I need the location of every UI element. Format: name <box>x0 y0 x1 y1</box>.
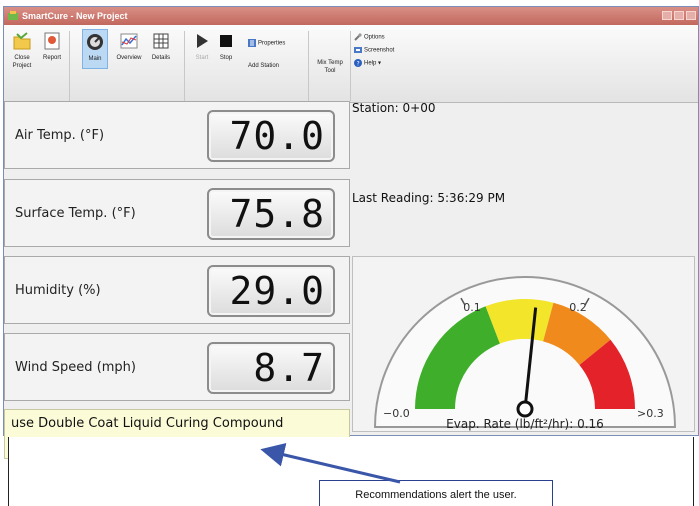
stop-icon <box>220 35 232 47</box>
ribbon-separator <box>184 31 185 101</box>
options-button[interactable]: Options <box>354 33 385 41</box>
screenshot-icon <box>354 47 362 53</box>
help-button[interactable]: ? Help ▾ <box>354 59 381 67</box>
wind-speed-value: 8.7 <box>253 346 325 390</box>
gauge-min-label: −0.0 <box>383 407 410 420</box>
folder-icon <box>13 32 31 50</box>
details-label: Details <box>151 55 171 61</box>
air-temp-display: 70.0 <box>207 110 335 162</box>
window-title: SmartCure - New Project <box>22 11 128 21</box>
gauge-icon <box>87 34 103 50</box>
minimize-button[interactable] <box>662 11 672 20</box>
surface-temp-label: Surface Temp. (°F) <box>15 206 136 221</box>
title-bar: SmartCure - New Project <box>4 7 698 25</box>
mix-temp-tool-button[interactable]: Mix Temp Tool <box>312 59 348 75</box>
air-temp-panel: Air Temp. (°F) 70.0 <box>4 101 350 169</box>
wrench-icon <box>354 33 362 41</box>
screenshot-label: Screenshot <box>364 47 395 54</box>
station-label: Station: 0+00 <box>352 101 436 115</box>
overview-label: Overview <box>116 55 142 61</box>
surface-temp-panel: Surface Temp. (°F) 75.8 <box>4 179 350 247</box>
svg-text:?: ? <box>357 61 360 68</box>
maximize-button[interactable] <box>674 11 684 20</box>
add-station-label: Add Station <box>248 63 280 69</box>
wind-speed-panel: Wind Speed (mph) 8.7 <box>4 333 350 401</box>
humidity-panel: Humidity (%) 29.0 <box>4 256 350 324</box>
humidity-label: Humidity (%) <box>15 283 101 298</box>
app-icon <box>8 11 18 20</box>
properties-label: Properties <box>258 40 286 47</box>
details-button[interactable]: Details <box>148 31 174 62</box>
properties-button[interactable]: Properties <box>248 39 285 47</box>
screenshot-button[interactable]: Screenshot <box>354 46 394 54</box>
table-icon <box>153 33 169 49</box>
wind-speed-label: Wind Speed (mph) <box>15 360 136 375</box>
stop-label: Stop <box>219 55 233 61</box>
help-label: Help <box>364 60 377 67</box>
overview-button[interactable]: Overview <box>112 31 146 62</box>
air-temp-value: 70.0 <box>229 114 325 158</box>
gauge-needle-hub <box>516 400 534 418</box>
humidity-value: 29.0 <box>229 269 325 313</box>
ribbon-separator <box>350 31 351 101</box>
recommendation-text: use Double Coat Liquid Curing Compound <box>11 416 284 431</box>
callout-box: Recommendations alert the user. <box>319 480 553 506</box>
options-label: Options <box>364 34 385 41</box>
humidity-display: 29.0 <box>207 265 335 317</box>
gauge-max-label: >0.3 <box>637 407 664 420</box>
gauge-caption: Evap. Rate (lb/ft²/hr): 0.16 <box>446 417 604 431</box>
air-temp-label: Air Temp. (°F) <box>15 128 105 143</box>
gauge-tick-label: 0.1 <box>463 301 481 314</box>
properties-icon <box>248 39 256 47</box>
chevron-down-icon: ▾ <box>378 60 382 67</box>
report-label: Report <box>42 55 61 61</box>
wind-speed-display: 8.7 <box>207 342 335 394</box>
evap-rate-gauge-panel: 0.1 0.2 −0.0 >0.3 Evap. Rate (lb/ft²/hr):… <box>352 256 695 432</box>
start-label: Start <box>195 55 209 61</box>
close-project-label: Close Project <box>12 55 32 69</box>
report-button[interactable]: Report <box>39 31 65 62</box>
line-chart-icon <box>120 33 138 49</box>
ribbon-separator <box>308 31 309 101</box>
main-view-button[interactable]: Main <box>82 29 108 69</box>
close-project-button[interactable]: Close Project <box>8 31 36 70</box>
ribbon-toolbar: Close Project Report Main Overview Detai… <box>4 25 698 103</box>
mix-temp-tool-label: Mix Temp Tool <box>317 60 343 74</box>
add-station-button[interactable]: Add Station <box>248 63 279 69</box>
main-label: Main <box>88 56 102 62</box>
surface-temp-value: 75.8 <box>229 192 325 236</box>
gauge-tick-label: 0.2 <box>569 301 587 314</box>
ribbon-separator <box>69 31 70 101</box>
close-window-button[interactable] <box>686 11 696 20</box>
last-reading-label: Last Reading: 5:36:29 PM <box>352 191 506 205</box>
evap-rate-gauge: 0.1 0.2 −0.0 >0.3 Evap. Rate (lb/ft²/hr):… <box>373 276 677 431</box>
stop-button[interactable]: Stop <box>216 31 236 62</box>
start-button[interactable]: Start <box>192 31 212 62</box>
report-icon <box>44 32 60 50</box>
help-icon: ? <box>354 59 362 67</box>
surface-temp-display: 75.8 <box>207 188 335 240</box>
play-icon <box>197 34 208 48</box>
